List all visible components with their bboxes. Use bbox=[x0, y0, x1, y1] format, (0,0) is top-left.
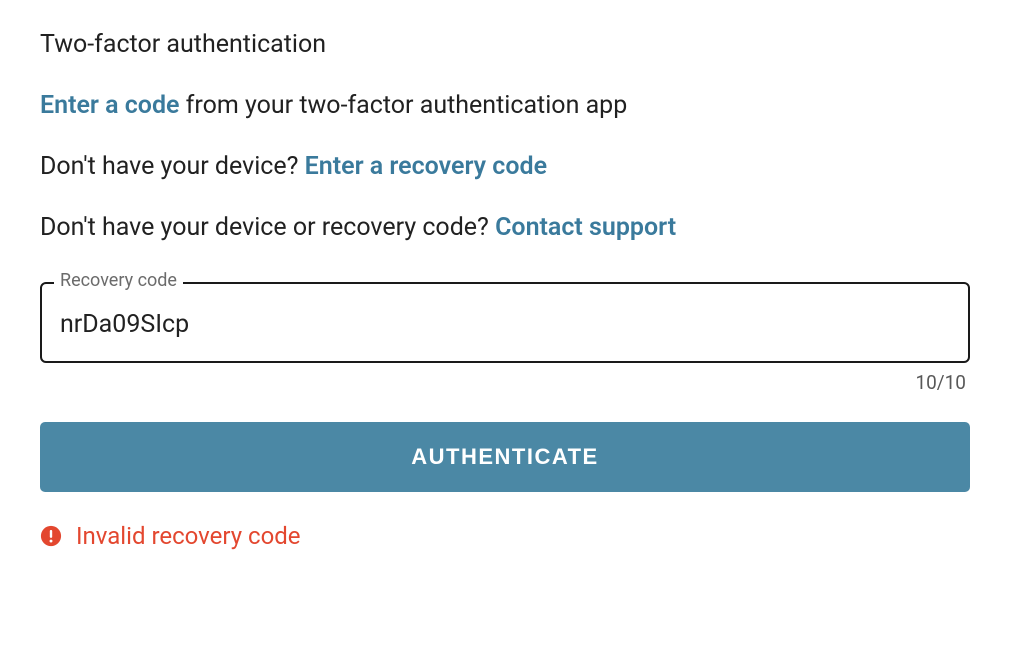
enter-recovery-code-link[interactable]: Enter a recovery code bbox=[305, 152, 547, 181]
recovery-code-label: Recovery code bbox=[54, 270, 183, 291]
page-title: Two-factor authentication bbox=[40, 30, 970, 59]
two-factor-auth-panel: Two-factor authentication Enter a code f… bbox=[40, 30, 970, 550]
recovery-code-field-wrapper: Recovery code bbox=[40, 282, 970, 363]
enter-code-link[interactable]: Enter a code bbox=[40, 91, 179, 120]
instruction-recovery: Don't have your device? Enter a recovery… bbox=[40, 152, 970, 181]
instruction-enter-code-text: from your two-factor authentication app bbox=[179, 91, 627, 120]
recovery-code-input[interactable] bbox=[40, 282, 970, 363]
instruction-enter-code: Enter a code from your two-factor authen… bbox=[40, 91, 970, 120]
char-counter: 10/10 bbox=[40, 371, 970, 394]
instruction-support-text: Don't have your device or recovery code? bbox=[40, 213, 495, 242]
instruction-support: Don't have your device or recovery code?… bbox=[40, 213, 970, 242]
error-message-text: Invalid recovery code bbox=[76, 522, 301, 550]
instruction-recovery-text: Don't have your device? bbox=[40, 152, 305, 181]
error-message-row: Invalid recovery code bbox=[40, 522, 970, 550]
contact-support-link[interactable]: Contact support bbox=[495, 213, 676, 242]
error-icon bbox=[40, 525, 62, 547]
authenticate-button[interactable]: AUTHENTICATE bbox=[40, 422, 970, 492]
